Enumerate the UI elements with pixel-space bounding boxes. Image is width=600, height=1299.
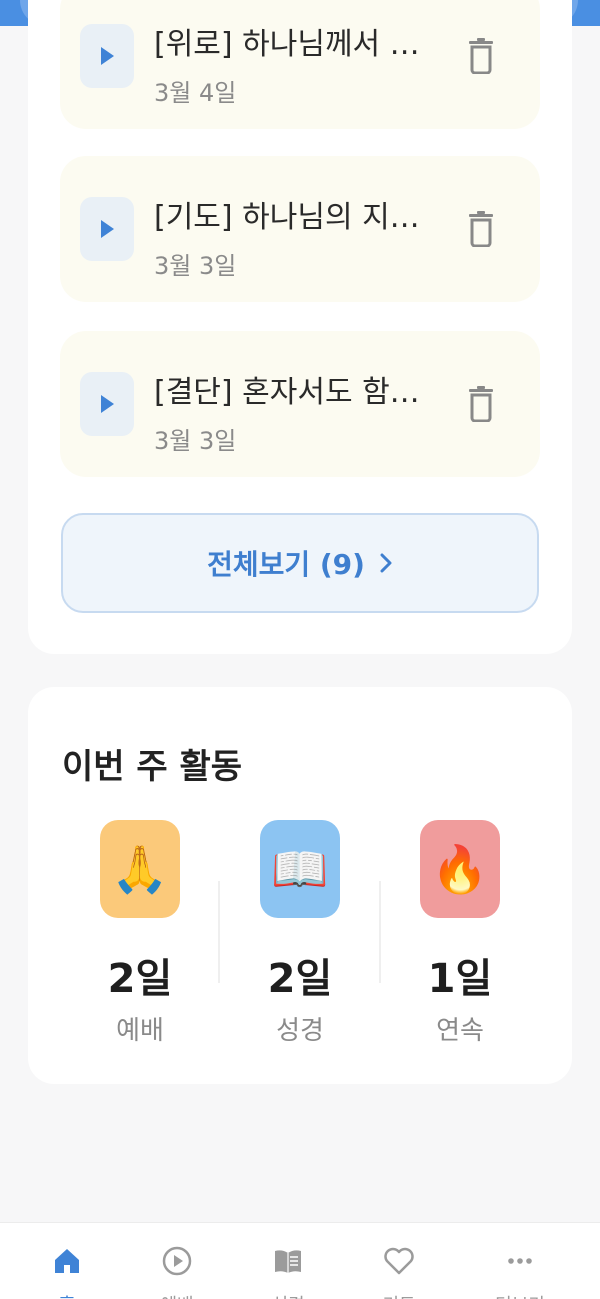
recording-title: [위로] 하나님께서 … bbox=[154, 27, 420, 62]
home-icon bbox=[55, 1249, 79, 1273]
nav-item-home[interactable]: 홈 bbox=[7, 1223, 127, 1299]
nav-item-prayer[interactable]: 기도 bbox=[339, 1223, 459, 1299]
nav-label: 더보기 bbox=[460, 1291, 580, 1299]
more-icon bbox=[508, 1258, 532, 1264]
stat-bible: 📖 2일 성경 bbox=[240, 820, 360, 1050]
stat-label: 예배 bbox=[116, 1016, 164, 1046]
recording-date: 3월 3일 bbox=[154, 252, 237, 280]
open-book-icon: 📖 bbox=[260, 820, 340, 918]
recording-item[interactable]: [결단] 혼자서도 함… 3월 3일 bbox=[60, 331, 540, 477]
chevron-right-icon bbox=[380, 553, 392, 573]
recording-date: 3월 4일 bbox=[154, 79, 237, 107]
trash-icon[interactable] bbox=[466, 386, 496, 422]
heart-icon bbox=[384, 1247, 414, 1275]
book-icon bbox=[275, 1250, 301, 1273]
view-all-button[interactable]: 전체보기 (9) bbox=[61, 513, 539, 613]
recording-title: [기도] 하나님의 지… bbox=[154, 200, 420, 235]
play-icon bbox=[101, 47, 114, 65]
stat-value: 1일 bbox=[427, 956, 493, 1002]
bottom-navigation: 홈 예배 성경 기도 더보기 bbox=[0, 1222, 600, 1299]
stat-value: 2일 bbox=[267, 956, 333, 1002]
stat-streak: 🔥 1일 연속 bbox=[400, 820, 520, 1050]
recording-item[interactable]: [위로] 하나님께서 … 3월 4일 bbox=[60, 0, 540, 129]
stat-value: 2일 bbox=[107, 956, 173, 1002]
stat-label: 성경 bbox=[276, 1016, 324, 1046]
play-button[interactable] bbox=[80, 24, 134, 88]
nav-label: 예배 bbox=[117, 1291, 237, 1299]
play-icon bbox=[101, 395, 114, 413]
play-button[interactable] bbox=[80, 372, 134, 436]
praying-hands-icon: 🙏 bbox=[100, 820, 180, 918]
play-circle-icon bbox=[162, 1246, 192, 1276]
play-icon bbox=[101, 220, 114, 238]
stat-divider bbox=[379, 881, 381, 983]
trash-icon[interactable] bbox=[466, 211, 496, 247]
weekly-activity-card: 이번 주 활동 🙏 2일 예배 📖 2일 성경 🔥 1일 연속 bbox=[28, 687, 572, 1084]
stat-divider bbox=[218, 881, 220, 983]
recording-title: [결단] 혼자서도 함… bbox=[154, 375, 420, 410]
nav-item-bible[interactable]: 성경 bbox=[228, 1223, 348, 1299]
recording-date: 3월 3일 bbox=[154, 427, 237, 455]
nav-item-worship[interactable]: 예배 bbox=[117, 1223, 237, 1299]
recording-item[interactable]: [기도] 하나님의 지… 3월 3일 bbox=[60, 156, 540, 302]
stat-worship: 🙏 2일 예배 bbox=[80, 820, 200, 1050]
nav-label: 성경 bbox=[228, 1291, 348, 1299]
fire-icon: 🔥 bbox=[420, 820, 500, 918]
nav-item-more[interactable]: 더보기 bbox=[460, 1223, 580, 1299]
nav-label: 기도 bbox=[339, 1291, 459, 1299]
weekly-heading: 이번 주 활동 bbox=[62, 747, 243, 787]
nav-label: 홈 bbox=[7, 1291, 127, 1299]
play-button[interactable] bbox=[80, 197, 134, 261]
stat-label: 연속 bbox=[436, 1016, 484, 1046]
view-all-label: 전체보기 (9) bbox=[207, 548, 365, 581]
trash-icon[interactable] bbox=[466, 38, 496, 74]
